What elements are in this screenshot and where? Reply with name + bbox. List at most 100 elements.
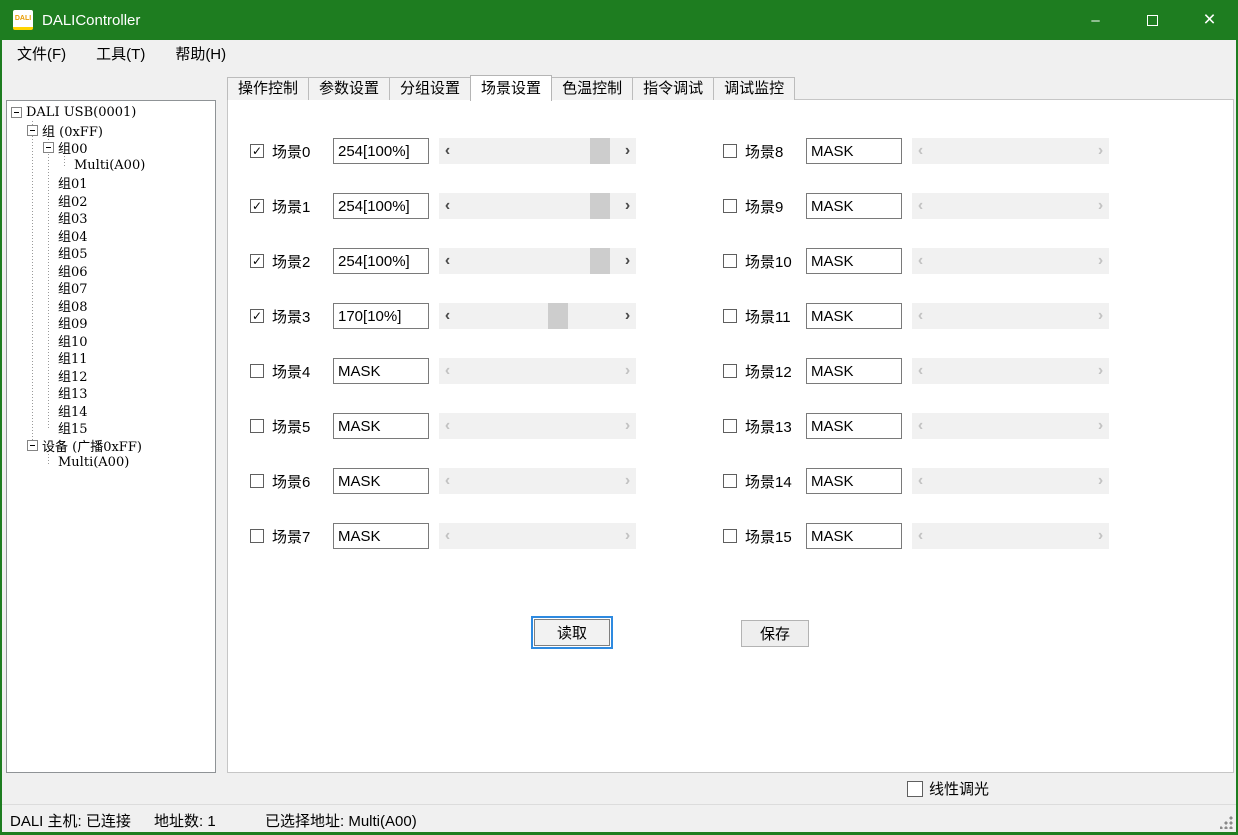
scene-value-input[interactable]: [333, 303, 429, 329]
maximize-button[interactable]: [1124, 0, 1181, 40]
tree-item[interactable]: 组 (0xFF): [7, 122, 215, 140]
scene-value-input[interactable]: [806, 193, 902, 219]
scene-slider[interactable]: ‹›: [439, 138, 636, 164]
tree-item[interactable]: 组03: [7, 209, 215, 227]
tree-item[interactable]: 组05: [7, 244, 215, 262]
slider-thumb[interactable]: [548, 303, 568, 329]
slider-right-arrow-icon: ›: [1092, 303, 1109, 329]
tree-item[interactable]: 组02: [7, 192, 215, 210]
tab-5[interactable]: 指令调试: [632, 77, 714, 100]
tab-3[interactable]: 场景设置: [470, 75, 552, 101]
scene-value-input[interactable]: [806, 358, 902, 384]
scene-checkbox[interactable]: [723, 529, 737, 543]
read-button[interactable]: 读取: [534, 619, 610, 646]
slider-right-arrow-icon: ›: [1092, 523, 1109, 549]
scene-checkbox[interactable]: [250, 474, 264, 488]
tree-item[interactable]: Multi(A00): [7, 454, 215, 472]
menu-item-1[interactable]: 工具(T): [81, 40, 160, 69]
minimize-button[interactable]: –: [1067, 0, 1124, 40]
scene-value-input[interactable]: [806, 248, 902, 274]
collapse-icon[interactable]: [43, 142, 54, 153]
scene-value-input[interactable]: [806, 413, 902, 439]
close-button[interactable]: ×: [1181, 0, 1238, 40]
scene-checkbox[interactable]: ✓: [250, 199, 264, 213]
slider-left-arrow-icon[interactable]: ‹: [439, 248, 456, 274]
device-tree-panel[interactable]: DALI USB(0001)组 (0xFF)组00Multi(A00)组01组0…: [6, 100, 216, 773]
tree-item-label: 组15: [58, 418, 88, 437]
slider-right-arrow-icon: ›: [1092, 468, 1109, 494]
save-button[interactable]: 保存: [741, 620, 809, 647]
slider-right-arrow-icon: ›: [1092, 413, 1109, 439]
scene-value-input[interactable]: [806, 523, 902, 549]
tab-1[interactable]: 参数设置: [308, 77, 390, 100]
tree-item[interactable]: 组14: [7, 402, 215, 420]
tab-0[interactable]: 操作控制: [227, 77, 309, 100]
tree-item[interactable]: 设备 (广播0xFF): [7, 437, 215, 455]
scene-checkbox[interactable]: ✓: [250, 254, 264, 268]
scene-checkbox[interactable]: [723, 474, 737, 488]
collapse-icon[interactable]: [27, 440, 38, 451]
collapse-icon[interactable]: [11, 107, 22, 118]
linear-dimming-checkbox[interactable]: [907, 781, 923, 797]
tree-item[interactable]: 组07: [7, 279, 215, 297]
tree-item[interactable]: 组01: [7, 174, 215, 192]
scene-value-input[interactable]: [333, 413, 429, 439]
scene-checkbox[interactable]: [723, 254, 737, 268]
slider-right-arrow-icon[interactable]: ›: [619, 248, 636, 274]
status-bar: DALI 主机: 已连接 地址数: 1 已选择地址: Multi(A00): [2, 804, 1236, 832]
scene-checkbox[interactable]: ✓: [250, 309, 264, 323]
slider-left-arrow-icon[interactable]: ‹: [439, 138, 456, 164]
slider-thumb[interactable]: [590, 193, 610, 219]
scene-value-input[interactable]: [806, 303, 902, 329]
tree-item-label: 组06: [58, 261, 88, 280]
scene-value-input[interactable]: [333, 523, 429, 549]
scene-checkbox[interactable]: [723, 309, 737, 323]
resize-grip[interactable]: [1220, 816, 1233, 829]
scene-value-input[interactable]: [333, 248, 429, 274]
scene-slider[interactable]: ‹›: [439, 193, 636, 219]
tree-item[interactable]: 组15: [7, 419, 215, 437]
tree-item[interactable]: 组09: [7, 314, 215, 332]
collapse-icon[interactable]: [27, 125, 38, 136]
tree-item[interactable]: DALI USB(0001): [7, 104, 215, 122]
scene-value-input[interactable]: [333, 193, 429, 219]
slider-left-arrow-icon[interactable]: ‹: [439, 193, 456, 219]
menu-item-2[interactable]: 帮助(H): [160, 40, 241, 69]
tab-strip: 操作控制参数设置分组设置场景设置色温控制指令调试调试监控: [227, 74, 794, 100]
scene-slider[interactable]: ‹›: [439, 248, 636, 274]
scene-checkbox[interactable]: [250, 419, 264, 433]
tree-item[interactable]: 组04: [7, 227, 215, 245]
scene-checkbox[interactable]: [250, 529, 264, 543]
tab-4[interactable]: 色温控制: [551, 77, 633, 100]
slider-right-arrow-icon[interactable]: ›: [619, 138, 636, 164]
scene-slider[interactable]: ‹›: [439, 303, 636, 329]
tree-item[interactable]: 组00: [7, 139, 215, 157]
scene-value-input[interactable]: [806, 468, 902, 494]
slider-thumb[interactable]: [590, 138, 610, 164]
scene-checkbox[interactable]: ✓: [250, 144, 264, 158]
slider-right-arrow-icon[interactable]: ›: [619, 193, 636, 219]
tree-item[interactable]: Multi(A00): [7, 157, 215, 175]
tab-6[interactable]: 调试监控: [713, 77, 795, 100]
scene-checkbox[interactable]: [250, 364, 264, 378]
tree-item[interactable]: 组11: [7, 349, 215, 367]
slider-left-arrow-icon[interactable]: ‹: [439, 303, 456, 329]
scene-checkbox[interactable]: [723, 364, 737, 378]
scene-value-input[interactable]: [333, 468, 429, 494]
slider-left-arrow-icon: ‹: [912, 468, 929, 494]
tree-item[interactable]: 组13: [7, 384, 215, 402]
tab-2[interactable]: 分组设置: [389, 77, 471, 100]
scene-value-input[interactable]: [806, 138, 902, 164]
scene-checkbox[interactable]: [723, 199, 737, 213]
tree-item[interactable]: 组06: [7, 262, 215, 280]
tree-item[interactable]: 组08: [7, 297, 215, 315]
slider-right-arrow-icon[interactable]: ›: [619, 303, 636, 329]
tree-item[interactable]: 组10: [7, 332, 215, 350]
tree-item[interactable]: 组12: [7, 367, 215, 385]
menu-item-0[interactable]: 文件(F): [2, 40, 81, 69]
slider-thumb[interactable]: [590, 248, 610, 274]
scene-value-input[interactable]: [333, 358, 429, 384]
scene-value-input[interactable]: [333, 138, 429, 164]
scene-checkbox[interactable]: [723, 144, 737, 158]
scene-checkbox[interactable]: [723, 419, 737, 433]
